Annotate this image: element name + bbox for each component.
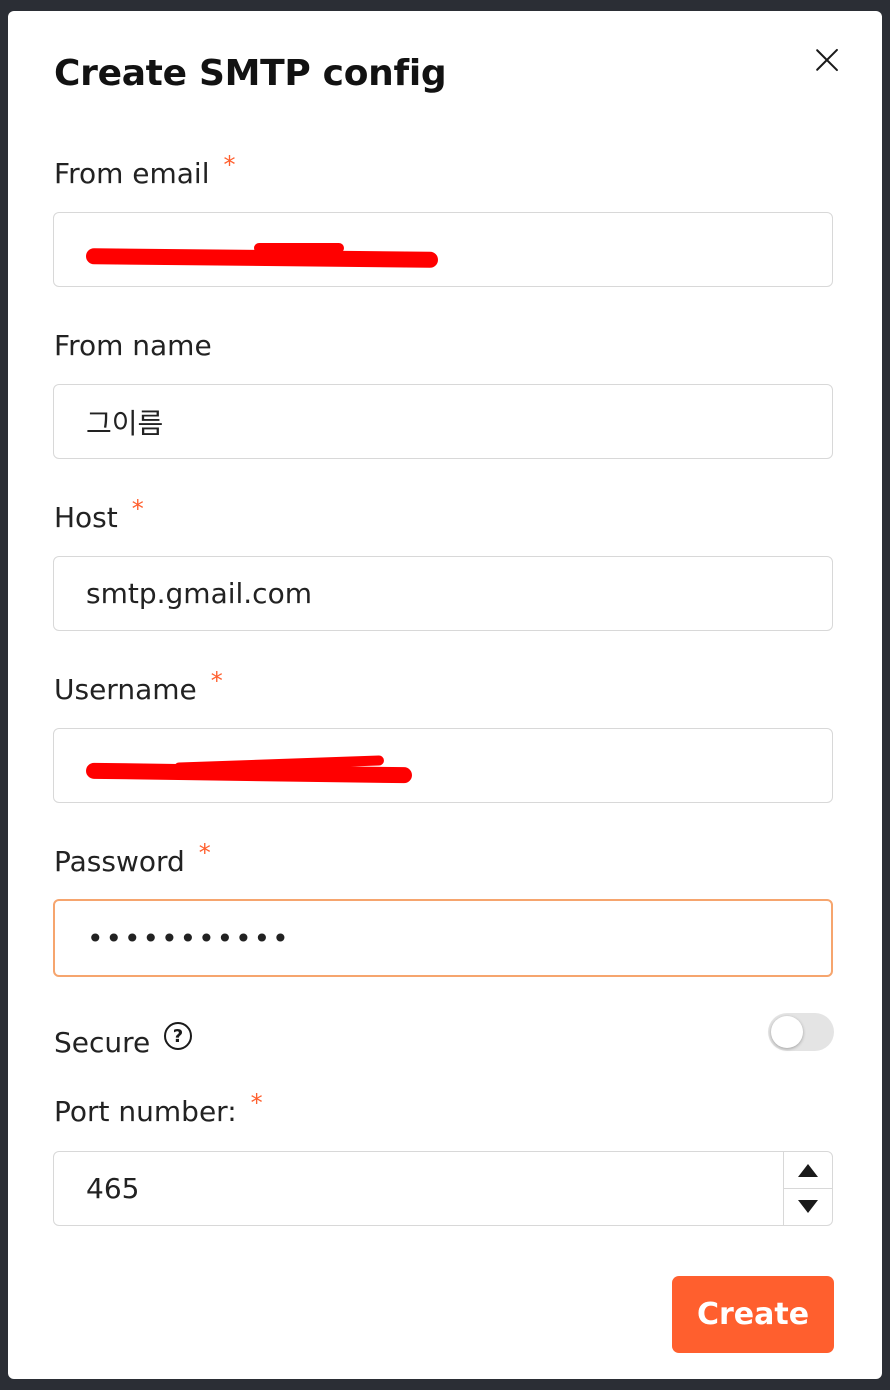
username-label: Username * [54,667,223,706]
host-label: Host * [54,495,144,534]
triangle-up-icon [798,1164,818,1177]
from-name-field[interactable] [53,384,833,459]
from-name-label: From name [54,329,212,362]
secure-label: Secure [54,1026,151,1059]
close-icon[interactable] [808,41,846,79]
redaction-mark [254,243,344,253]
password-label: Password * [54,839,211,878]
password-input[interactable] [87,901,787,975]
host-label-text: Host [54,501,118,534]
smtp-config-dialog: Create SMTP config From email * From name… [8,11,882,1379]
required-asterisk: * [198,839,211,867]
increment-button[interactable] [784,1152,832,1189]
required-asterisk: * [223,151,236,179]
toggle-knob [771,1016,803,1048]
port-stepper [783,1152,832,1225]
username-field[interactable] [53,728,833,803]
host-field[interactable] [53,556,833,631]
host-input[interactable] [86,557,786,630]
from-email-label: From email * [54,151,236,190]
port-number-label-text: Port number: [54,1095,237,1128]
port-number-input[interactable] [86,1152,786,1225]
help-circle-icon[interactable]: ? [164,1022,192,1050]
create-button[interactable]: Create [672,1276,834,1353]
from-name-label-text: From name [54,329,212,362]
decrement-button[interactable] [784,1189,832,1225]
from-email-field[interactable] [53,212,833,287]
port-number-field[interactable] [53,1151,833,1226]
required-asterisk: * [131,495,144,523]
from-email-label-text: From email [54,157,210,190]
port-number-label: Port number: * [54,1089,263,1128]
secure-toggle[interactable] [768,1013,834,1051]
required-asterisk: * [250,1089,263,1117]
from-name-input[interactable] [86,385,786,458]
required-asterisk: * [210,667,223,695]
username-label-text: Username [54,673,197,706]
password-field[interactable] [53,899,833,977]
dialog-title: Create SMTP config [54,53,447,94]
triangle-down-icon [798,1200,818,1213]
password-label-text: Password [54,845,185,878]
